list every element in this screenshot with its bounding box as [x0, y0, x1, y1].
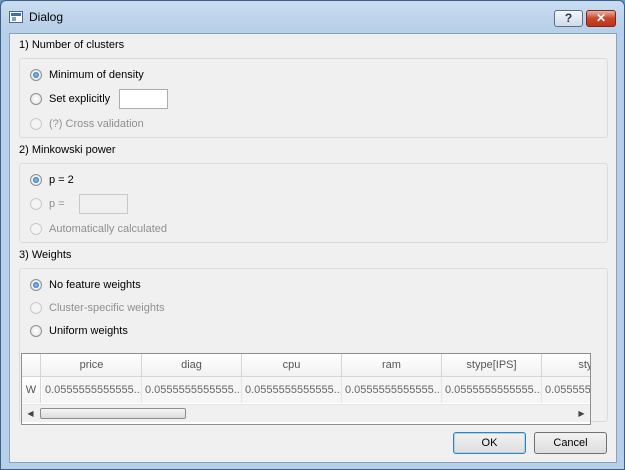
title-bar[interactable]: Dialog ? ✕ — [1, 1, 624, 33]
table-cell[interactable]: 0.0555555555555... — [42, 377, 142, 403]
group-weights: 3) Weights No feature weights Cluster-sp… — [19, 249, 608, 425]
radio-button[interactable] — [30, 93, 42, 105]
window-title: Dialog — [29, 10, 64, 24]
radio-label: Set explicitly — [49, 93, 111, 105]
group-title: 3) Weights — [19, 249, 76, 261]
column-header-ram[interactable]: ram — [342, 354, 442, 376]
group-number-of-clusters: 1) Number of clusters Minimum of density… — [19, 39, 608, 138]
radio-button[interactable] — [30, 279, 42, 291]
radio-label: Uniform weights — [49, 325, 128, 337]
radio-button[interactable] — [30, 174, 42, 186]
scroll-thumb[interactable] — [40, 408, 186, 419]
table-cell[interactable]: 0.0555555555555... — [242, 377, 342, 403]
column-header-cpu[interactable]: cpu — [242, 354, 342, 376]
radio-button — [30, 118, 42, 130]
table-header-row: price diag cpu ram stype[IPS] stype — [22, 354, 590, 377]
group-title: 1) Number of clusters — [19, 39, 129, 51]
radio-cross-validation: (?) Cross validation — [30, 116, 144, 132]
scroll-right-icon[interactable]: ▶ — [573, 405, 590, 422]
radio-button — [30, 302, 42, 314]
radio-set-explicitly[interactable]: Set explicitly — [30, 91, 110, 107]
dialog-body: 1) Number of clusters Minimum of density… — [9, 33, 617, 463]
dialog-window: Dialog ? ✕ 1) Number of clusters Minimum… — [0, 0, 625, 470]
radio-label: No feature weights — [49, 279, 141, 291]
help-button[interactable]: ? — [554, 10, 583, 27]
cancel-button[interactable]: Cancel — [534, 432, 607, 454]
radio-button[interactable] — [30, 69, 42, 81]
radio-minimum-of-density[interactable]: Minimum of density — [30, 67, 144, 83]
radio-no-feature-weights[interactable]: No feature weights — [30, 277, 141, 293]
column-header-stype-ips[interactable]: stype[IPS] — [442, 354, 542, 376]
table-cell[interactable]: 0.0555555555555... — [142, 377, 242, 403]
weights-table[interactable]: price diag cpu ram stype[IPS] stype W 0.… — [21, 353, 591, 425]
radio-label: (?) Cross validation — [49, 118, 144, 130]
radio-automatically-calculated: Automatically calculated — [30, 221, 167, 237]
group-minkowski-power: 2) Minkowski power p = 2 p = Automatical… — [19, 144, 608, 243]
radio-uniform-weights[interactable]: Uniform weights — [30, 323, 128, 339]
radio-p-custom: p = — [30, 196, 65, 212]
radio-label: p = 2 — [49, 174, 74, 186]
radio-label: p = — [49, 198, 65, 210]
scroll-left-icon[interactable]: ◀ — [22, 405, 39, 422]
table-cell[interactable]: 0.0555555555555... — [442, 377, 542, 403]
radio-button[interactable] — [30, 325, 42, 337]
radio-p-equals-2[interactable]: p = 2 — [30, 172, 74, 188]
radio-label: Automatically calculated — [49, 223, 168, 235]
close-button[interactable]: ✕ — [586, 10, 616, 27]
horizontal-scrollbar[interactable]: ◀ ▶ — [22, 404, 590, 422]
p-value-input — [79, 194, 128, 214]
window-icon — [9, 11, 23, 23]
row-header-w[interactable]: W — [22, 377, 41, 403]
column-header-diag[interactable]: diag — [142, 354, 242, 376]
radio-label: Cluster-specific weights — [49, 302, 165, 314]
ok-button[interactable]: OK — [453, 432, 526, 454]
radio-button — [30, 198, 42, 210]
table-cell[interactable]: 0.0555555555555... — [342, 377, 442, 403]
radio-button — [30, 223, 42, 235]
column-header-price[interactable]: price — [42, 354, 142, 376]
group-title: 2) Minkowski power — [19, 144, 120, 156]
clusters-count-input[interactable] — [119, 89, 168, 109]
column-header-stype[interactable]: stype — [542, 354, 590, 376]
radio-cluster-specific-weights: Cluster-specific weights — [30, 300, 165, 316]
table-cell[interactable]: 0.0555555555555... — [542, 377, 590, 403]
radio-label: Minimum of density — [49, 69, 144, 81]
table-corner[interactable] — [22, 354, 41, 376]
